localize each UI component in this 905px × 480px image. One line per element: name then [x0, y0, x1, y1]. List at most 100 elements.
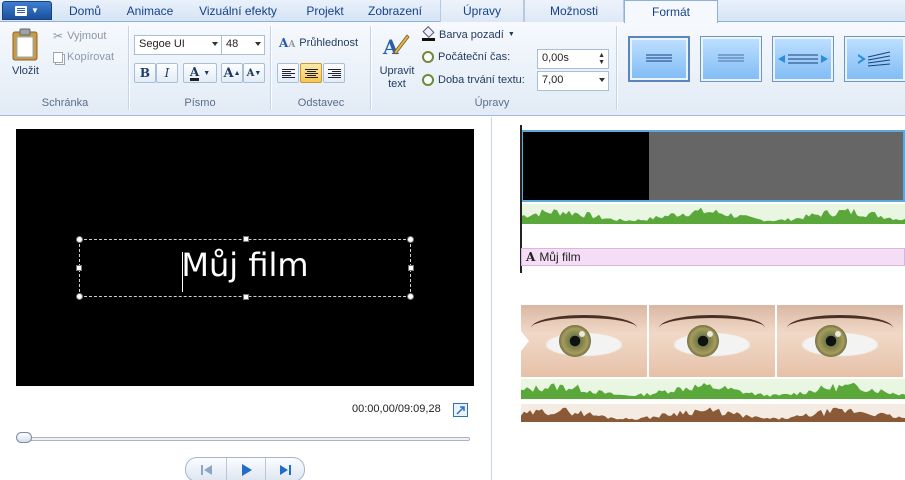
audio-waveform-1 — [521, 204, 905, 224]
svg-text:A: A — [382, 35, 399, 58]
resize-handle[interactable] — [407, 293, 414, 300]
tab-options[interactable]: Možnosti — [524, 0, 624, 22]
start-time-label: Počáteční čas: — [438, 51, 511, 63]
edit-text-pen-icon: A — [382, 34, 410, 59]
resize-handle[interactable] — [243, 294, 249, 300]
play-icon — [242, 463, 252, 476]
chevron-down-icon: ▼ — [203, 69, 211, 77]
spin-arrows-icon[interactable]: ▲ ▼ — [598, 52, 605, 66]
duration-select[interactable]: 7,00 — [537, 71, 609, 91]
grow-font-icon: A — [223, 65, 234, 81]
tab-home[interactable]: Domů — [56, 0, 114, 22]
title-text-box[interactable]: Můj film — [76, 236, 414, 300]
cut-button[interactable]: ✂ Vyjmout — [53, 29, 106, 43]
font-family-select[interactable]: Segoe UI — [134, 35, 222, 55]
music-waveform — [521, 404, 905, 422]
edit-text-button[interactable]: A — [382, 30, 410, 61]
adjust-group-label: Úpravy — [474, 97, 510, 109]
fullscreen-icon[interactable] — [453, 403, 468, 417]
title-overlay-text[interactable]: Můj film — [80, 246, 410, 284]
transparency-button[interactable]: AA Průhlednost — [279, 36, 358, 50]
start-time-input[interactable]: 0,00s ▲ ▼ — [537, 49, 609, 69]
ribbon: Vložit ✂ Vyjmout Kopírovat Schránka Sego… — [0, 22, 905, 116]
caption-track-item[interactable]: A Můj film — [521, 248, 905, 266]
stopwatch-icon — [422, 51, 434, 63]
resize-handle[interactable] — [407, 236, 414, 243]
chevron-down-icon — [212, 42, 218, 46]
font-group-label: Písmo — [184, 97, 216, 109]
shrink-font-button[interactable]: A ▼ — [243, 63, 265, 83]
tab-animations[interactable]: Animace — [114, 0, 186, 22]
play-button[interactable] — [226, 458, 266, 480]
clipboard-group-label: Schránka — [41, 97, 89, 109]
tab-format[interactable]: Formát — [624, 0, 718, 23]
copy-button[interactable]: Kopírovat — [53, 51, 114, 63]
effect-preset-swing[interactable] — [844, 36, 905, 82]
font-size-select[interactable]: 48 — [221, 35, 265, 55]
edit-text-label-line2: text — [388, 78, 406, 90]
bold-button[interactable]: B — [134, 63, 156, 83]
text-lines-icon — [718, 54, 744, 62]
chevron-down-icon — [599, 78, 605, 82]
chevron-down-icon: ▼ — [31, 6, 39, 15]
previous-frame-button[interactable] — [186, 458, 226, 480]
background-color-button[interactable]: Barva pozadí ▼ — [422, 25, 515, 41]
document-icon — [15, 5, 28, 16]
title-clip-thumbnail — [523, 132, 649, 200]
align-left-button[interactable] — [277, 63, 299, 83]
transparency-icon: AA — [279, 36, 296, 50]
title-clip[interactable] — [521, 130, 905, 202]
effect-preset-fade[interactable] — [700, 36, 762, 82]
tab-edit[interactable]: Úpravy — [440, 0, 524, 22]
resize-handle[interactable] — [76, 293, 83, 300]
shrink-font-icon: A — [246, 67, 255, 79]
seek-thumb[interactable] — [16, 432, 32, 443]
tab-visual-effects[interactable]: Vizuální efekty — [190, 0, 286, 22]
effect-preset-expand[interactable] — [772, 36, 834, 82]
align-center-button[interactable] — [300, 63, 322, 83]
text-caption-icon: A — [526, 250, 536, 264]
resize-handle[interactable] — [76, 265, 82, 271]
edit-text-label-line1: Upravit — [379, 65, 415, 77]
paste-button[interactable] — [10, 28, 42, 64]
resize-handle[interactable] — [243, 236, 249, 242]
clip-thumbnail — [521, 305, 647, 377]
font-family-value: Segoe UI — [139, 38, 185, 50]
clip-thumbnail — [649, 305, 775, 377]
start-time-value: 0,00s — [542, 52, 569, 64]
align-right-button[interactable] — [323, 63, 345, 83]
tab-view[interactable]: Zobrazení — [358, 0, 432, 22]
application-menu-button[interactable]: ▼ — [2, 1, 52, 20]
font-color-button[interactable]: A ▼ — [183, 63, 217, 83]
playback-controls — [185, 457, 305, 480]
clipboard-icon — [12, 28, 38, 61]
group-divider — [616, 26, 617, 110]
video-clip[interactable] — [521, 305, 905, 377]
copy-label: Kopírovat — [67, 51, 115, 63]
text-lines-icon — [646, 54, 672, 62]
paste-label: Vložit — [12, 65, 39, 77]
resize-handle[interactable] — [408, 265, 414, 271]
start-time-label-row: Počáteční čas: — [422, 51, 510, 63]
resize-handle[interactable] — [76, 236, 83, 243]
italic-button[interactable]: I — [156, 63, 178, 83]
swing-lines-icon — [858, 51, 891, 67]
caption-label: Můj film — [539, 250, 581, 264]
paint-bucket-icon — [422, 25, 435, 41]
group-divider — [370, 26, 371, 110]
clip-thumbnail — [777, 305, 903, 377]
seek-bar[interactable] — [18, 437, 470, 441]
background-color-label: Barva pozadí — [439, 28, 504, 41]
align-left-icon — [281, 68, 295, 78]
preview-pane: Můj film 00:00,00/09:09,28 — [0, 117, 492, 480]
tab-project[interactable]: Projekt — [292, 0, 358, 22]
audio-waveform-2 — [521, 379, 905, 399]
grow-font-button[interactable]: A ▲ — [221, 63, 243, 83]
font-color-icon: A — [189, 64, 200, 81]
group-divider — [270, 26, 271, 110]
expand-arrows-icon — [778, 54, 828, 64]
paragraph-group-label: Odstavec — [297, 97, 345, 109]
effect-preset-lines[interactable] — [628, 36, 690, 82]
next-frame-button[interactable] — [266, 458, 304, 480]
duration-label: Doba trvání textu: — [438, 74, 525, 86]
